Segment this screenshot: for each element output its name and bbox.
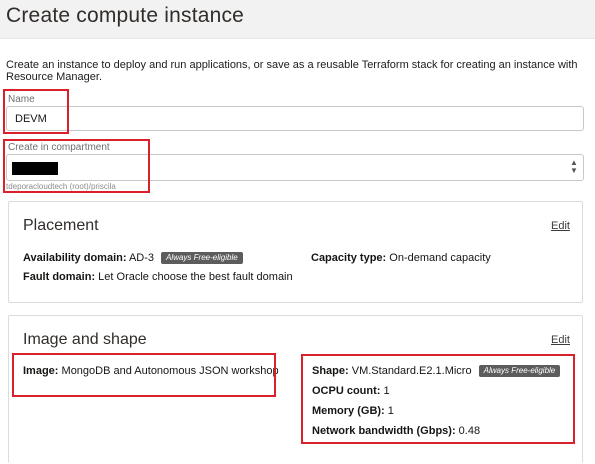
memory-info: Memory (GB): 1 <box>312 405 394 417</box>
name-label: Name <box>8 94 35 105</box>
memory-label: Memory (GB): <box>312 405 385 417</box>
shape-free-badge: Always Free-eligible <box>478 365 561 377</box>
intro-text: Create an instance to deploy and run app… <box>6 59 578 83</box>
page-header: Create compute instance <box>0 0 595 38</box>
main-content: Create an instance to deploy and run app… <box>0 38 595 464</box>
placement-card: Placement Edit Availability domain: AD-3… <box>8 201 583 303</box>
availability-domain-value: AD-3 <box>128 252 155 264</box>
fault-domain-value: Let Oracle choose the best fault domain <box>98 271 293 283</box>
page-title: Create compute instance <box>6 4 245 27</box>
shape-info: Shape: VM.Standard.E2.1.Micro Always Fre… <box>312 365 561 377</box>
image-shape-card: Image and shape Edit Image: MongoDB and … <box>8 315 583 463</box>
compartment-select[interactable]: ▲ ▼ <box>6 154 584 181</box>
ocpu-label: OCPU count: <box>312 385 381 397</box>
name-value: DEVM <box>15 113 47 125</box>
redacted-value <box>12 162 58 175</box>
compartment-path-hint: tdeporacloudtech (root)/priscila <box>6 182 116 191</box>
image-value: MongoDB and Autonomous JSON workshop <box>61 365 279 377</box>
bandwidth-label: Network bandwidth (Gbps): <box>312 425 456 437</box>
bandwidth-info: Network bandwidth (Gbps): 0.48 <box>312 425 480 437</box>
ocpu-value: 1 <box>383 385 390 397</box>
memory-value: 1 <box>387 405 394 417</box>
availability-domain: Availability domain: AD-3 Always Free-el… <box>23 252 243 264</box>
shape-label: Shape: <box>312 365 349 377</box>
availability-domain-label: Availability domain: <box>23 252 127 264</box>
shape-value: VM.Standard.E2.1.Micro <box>351 365 472 377</box>
capacity-type: Capacity type: On-demand capacity <box>311 252 491 264</box>
capacity-type-value: On-demand capacity <box>389 252 491 264</box>
fault-domain-label: Fault domain: <box>23 271 96 283</box>
fault-domain: Fault domain: Let Oracle choose the best… <box>23 271 293 283</box>
name-field[interactable]: DEVM <box>6 106 584 131</box>
capacity-type-label: Capacity type: <box>311 252 387 264</box>
compartment-label: Create in compartment <box>8 142 110 153</box>
image-label: Image: <box>23 365 59 377</box>
image-shape-edit-link[interactable]: Edit <box>551 334 570 346</box>
bandwidth-value: 0.48 <box>458 425 481 437</box>
image-info: Image: MongoDB and Autonomous JSON works… <box>23 365 279 377</box>
placement-title: Placement <box>23 217 99 234</box>
always-free-badge: Always Free-eligible <box>161 252 243 264</box>
ocpu-info: OCPU count: 1 <box>312 385 390 397</box>
image-shape-title: Image and shape <box>23 331 147 348</box>
placement-edit-link[interactable]: Edit <box>551 220 570 232</box>
select-arrows-icon: ▲ ▼ <box>570 158 578 175</box>
